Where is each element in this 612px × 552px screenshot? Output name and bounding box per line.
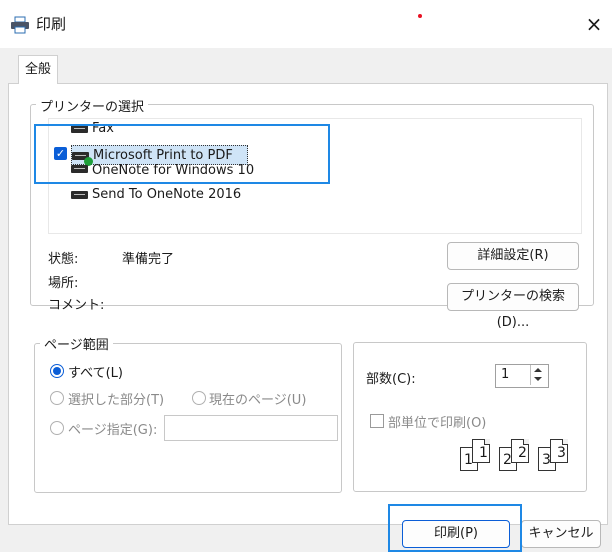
radio-pages-label: ページ指定(G): (68, 423, 158, 438)
highlight-box (388, 504, 522, 552)
radio-selection-label: 選択した部分(T) (68, 393, 165, 408)
spin-down-icon[interactable] (534, 377, 542, 381)
printer-select-legend: プリンターの選択 (36, 96, 149, 115)
spin-up-icon[interactable] (534, 368, 542, 372)
collate-page: 3 (550, 439, 568, 463)
collate-page: 2 (511, 439, 529, 463)
radio-current-page-label: 現在のページ(U) (209, 393, 307, 408)
copies-label: 部数(C): (366, 372, 416, 387)
collate-checkbox[interactable] (370, 414, 384, 428)
window-title: 印刷 (36, 15, 67, 33)
page-range-legend: ページ範囲 (40, 334, 113, 353)
copies-value: 1 (501, 367, 510, 382)
details-button[interactable]: 詳細設定(R) (447, 242, 579, 270)
pages-input[interactable] (164, 415, 338, 441)
radio-pages[interactable] (50, 421, 64, 435)
cancel-button[interactable]: キャンセル (521, 520, 601, 548)
printer-icon (10, 16, 30, 34)
indicator-dot (418, 14, 422, 18)
radio-all[interactable] (50, 364, 64, 378)
radio-all-label: すべて(L) (68, 366, 123, 381)
tab-general[interactable]: 全般 (18, 55, 58, 84)
status-label: 状態: (48, 252, 79, 267)
radio-selection[interactable] (50, 391, 64, 405)
status-value: 準備完了 (122, 252, 175, 267)
title-bar (0, 0, 612, 48)
highlight-box (34, 124, 330, 184)
printer-name: Send To OneNote 2016 (92, 186, 242, 202)
collate-label: 部単位で印刷(O) (388, 416, 487, 431)
copies-stepper[interactable] (530, 365, 546, 385)
radio-current-page[interactable] (192, 391, 206, 405)
list-item[interactable]: Send To OneNote 2016 (71, 185, 241, 203)
printer-icon (71, 189, 88, 200)
find-printer-button[interactable]: プリンターの検索(D)... (447, 283, 579, 330)
location-label: 場所: (48, 276, 79, 291)
collate-page: 1 (472, 439, 490, 463)
close-button[interactable]: × (580, 10, 608, 38)
comment-label: コメント: (48, 298, 105, 313)
